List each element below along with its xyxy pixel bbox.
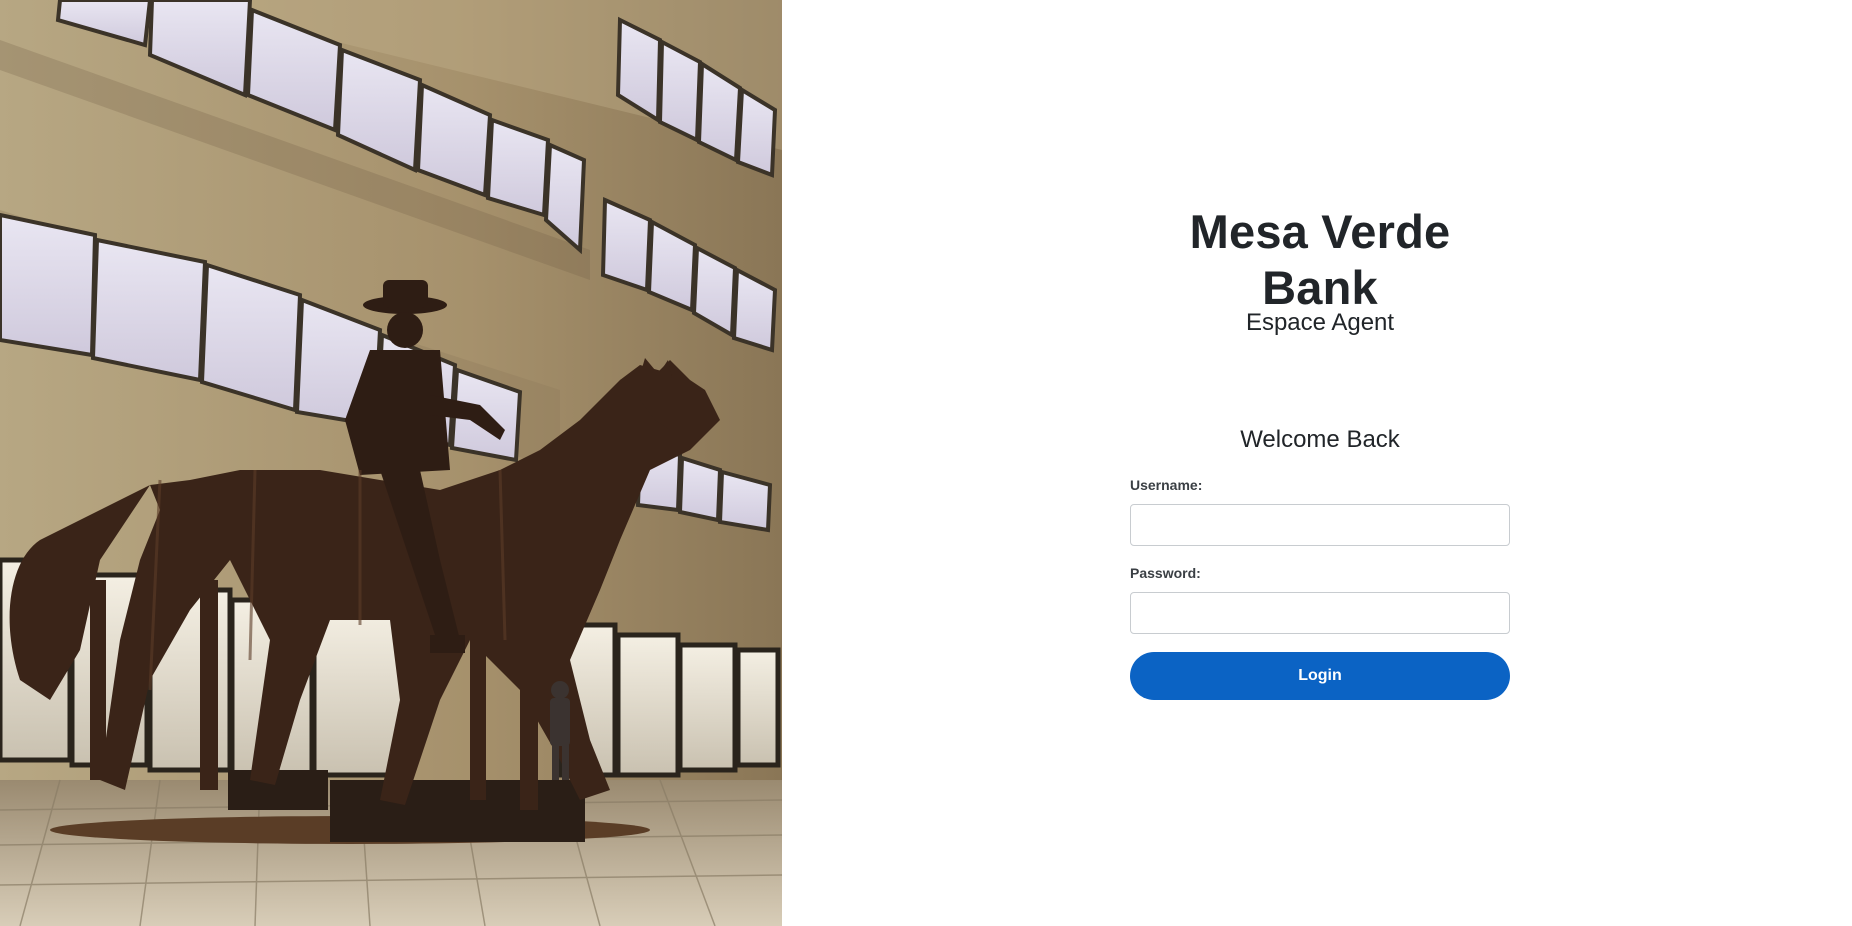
password-input[interactable] (1130, 592, 1510, 634)
form-heading: Welcome Back (1240, 426, 1400, 453)
username-input[interactable] (1130, 504, 1510, 546)
hero-photo (0, 0, 782, 926)
password-label: Password: (1130, 565, 1201, 581)
login-button[interactable]: Login (1130, 652, 1510, 700)
username-label: Username: (1130, 477, 1203, 493)
atrium-sculpture-illustration (0, 0, 782, 926)
login-form: Welcome Back Username: Password: Login (1130, 424, 1510, 700)
brand-header: Mesa Verde Bank Espace Agent (1130, 204, 1510, 338)
brand-title: Mesa Verde Bank (1189, 205, 1451, 314)
login-page: Mesa Verde Bank Espace Agent Welcome Bac… (0, 0, 1852, 926)
brand-subtitle: Espace Agent (1245, 309, 1395, 336)
login-panel: Mesa Verde Bank Espace Agent Welcome Bac… (782, 0, 1852, 926)
